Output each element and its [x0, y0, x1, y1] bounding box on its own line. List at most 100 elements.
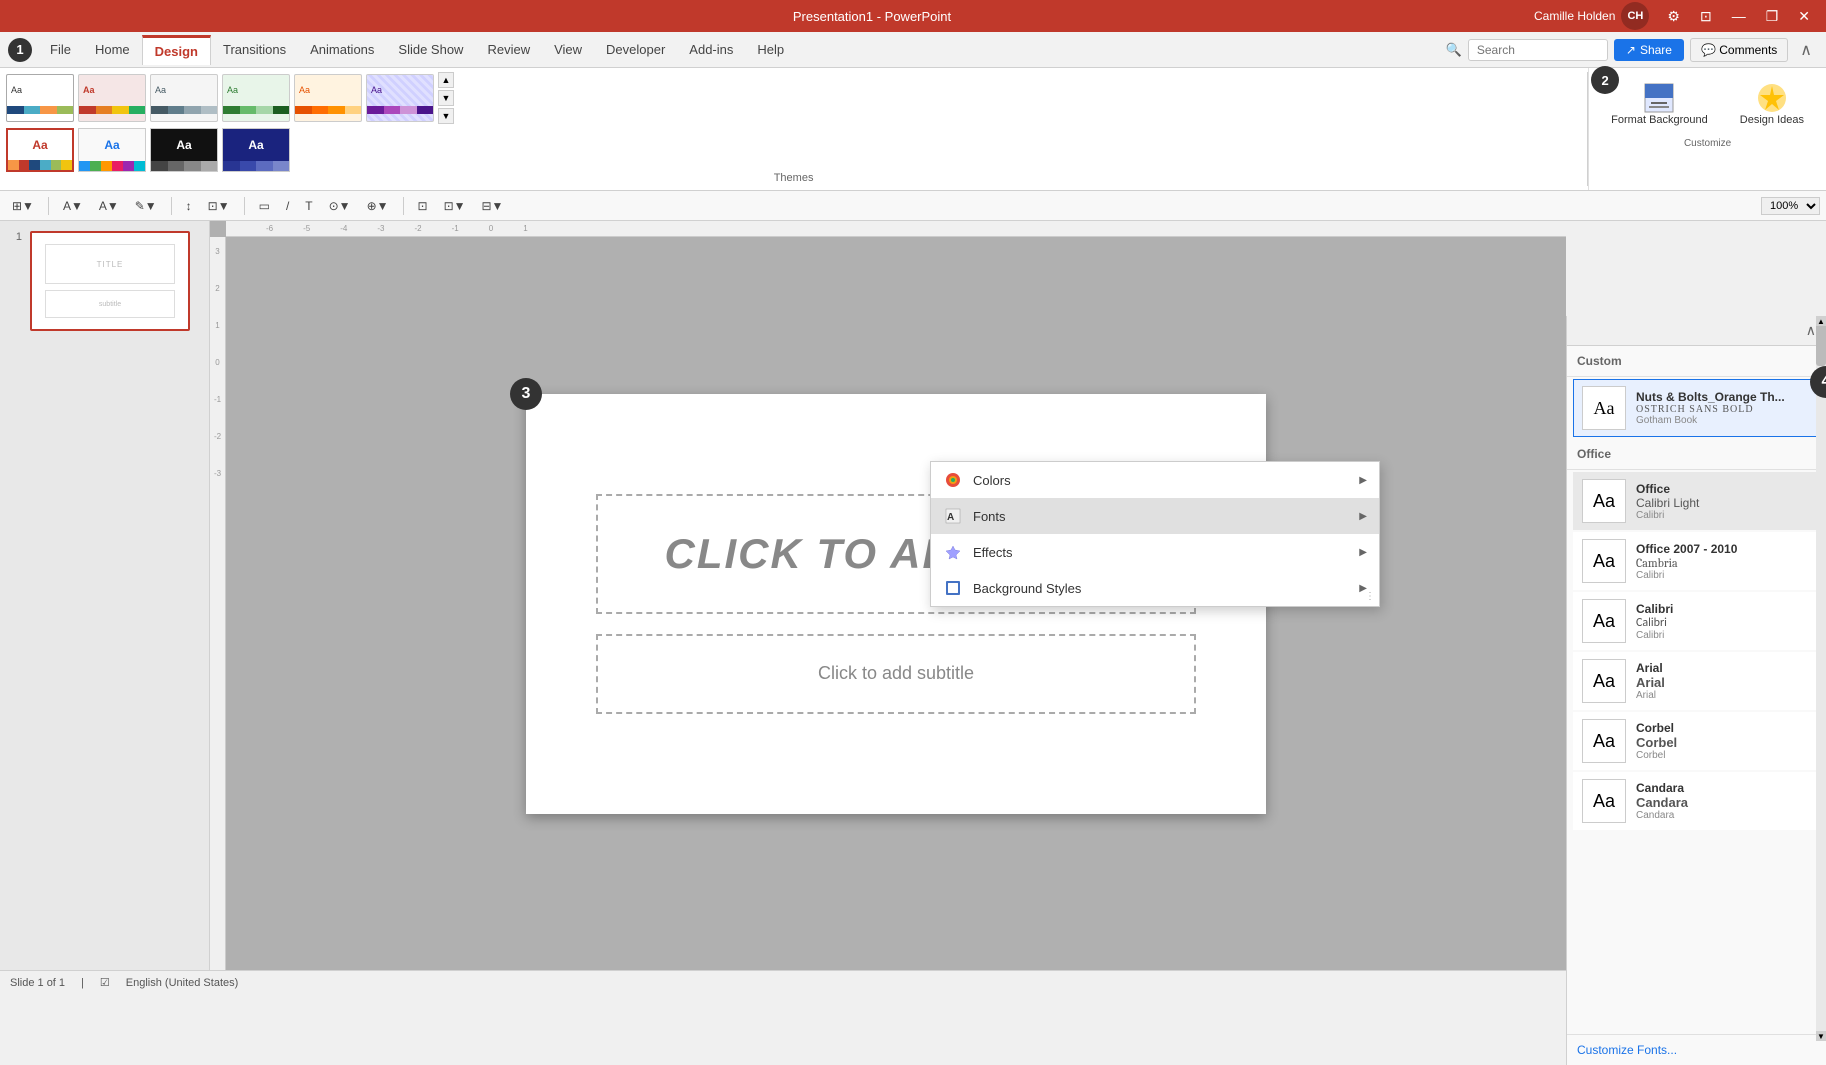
dropdown-colors[interactable]: Colors ▶ [931, 462, 1379, 498]
dropdown-fonts[interactable]: A Fonts ▶ [931, 498, 1379, 534]
step2-badge: 2 [1591, 66, 1619, 94]
font-body-office-4: Arial [1636, 690, 1665, 701]
fonts-arrow: ▶ [1359, 511, 1367, 522]
font-item-office-5[interactable]: Aa Corbel Corbel Corbel [1573, 712, 1820, 770]
search-input[interactable] [1468, 39, 1608, 61]
toolbar-arrange-btn[interactable]: ↕ [180, 197, 198, 215]
settings-icon[interactable]: ⚙ [1661, 6, 1686, 27]
font-body-office-5: Corbel [1636, 750, 1677, 761]
scroll-up-btn[interactable]: ▲ [1816, 316, 1826, 326]
font-item-office-1[interactable]: Aa Office Calibri Light Calibri [1573, 472, 1820, 530]
theme-variant-2[interactable]: Aa [78, 128, 146, 172]
font-item-office-3[interactable]: Aa Calibri Calibri Calibri [1573, 592, 1820, 650]
theme-orange[interactable]: Aa [294, 74, 362, 122]
tab-design[interactable]: Design [142, 35, 211, 65]
theme-variant-dark[interactable]: Aa [150, 128, 218, 172]
tab-animations[interactable]: Animations [298, 36, 386, 63]
font-name-office-1: Office [1636, 482, 1699, 496]
toolbar-select-btn[interactable]: ⊟▼ [476, 197, 510, 215]
zoom-select[interactable]: 100% [1761, 197, 1820, 215]
theme-scroll-up[interactable]: ▲ [438, 72, 454, 88]
toolbar: ⊞▼ A▼ A▼ ✎▼ ↕ ⊡▼ ▭ / T ⊙▼ ⊕▼ ⊡ ⊡▼ ⊟▼ 100… [0, 191, 1826, 221]
theme-variant-1[interactable]: Aa [6, 128, 74, 172]
toolbar-textbox-btn[interactable]: T [299, 197, 318, 215]
theme-red[interactable]: Aa [78, 74, 146, 122]
toolbar-fill-btn[interactable]: A▼ [93, 197, 125, 215]
toolbar-right: 100% [1761, 197, 1820, 215]
fonts-scrollbar[interactable]: ▲ ▼ [1816, 316, 1826, 1041]
canvas-inner: 3210-1-2-3 3 CLICK TO ADD TITLE Click to… [210, 237, 1566, 970]
theme-gray[interactable]: Aa [150, 74, 218, 122]
fonts-scroll[interactable]: Custom Aa Nuts & Bolts_Orange Th... OSTR… [1567, 346, 1826, 1034]
effects-arrow: ▶ [1359, 547, 1367, 558]
dropdown-effects[interactable]: Effects ▶ [931, 534, 1379, 570]
toolbar-font-color-btn[interactable]: A▼ [57, 197, 89, 215]
theme-green[interactable]: Aa [222, 74, 290, 122]
toolbar-align-btn[interactable]: ⊡▼ [438, 197, 472, 215]
toolbar-edit-btn[interactable]: ⊡ [412, 197, 434, 215]
font-preview-office-4: Aa [1582, 659, 1626, 703]
font-item-custom[interactable]: Aa Nuts & Bolts_Orange Th... OSTRICH SAN… [1573, 379, 1820, 437]
tab-review[interactable]: Review [475, 36, 542, 63]
close-button[interactable]: ✕ [1792, 6, 1816, 27]
colors-arrow: ▶ [1359, 475, 1367, 486]
font-heading-office-1: Calibri Light [1636, 496, 1699, 510]
toolbar-smartart-btn[interactable]: ⊕▼ [361, 197, 395, 215]
font-name-custom: Nuts & Bolts_Orange Th... [1636, 390, 1785, 404]
tab-slideshow[interactable]: Slide Show [386, 36, 475, 63]
tab-developer[interactable]: Developer [594, 36, 677, 63]
slide-thumbnail[interactable]: TITLE subtitle [30, 231, 190, 331]
slide-number: 1 [8, 231, 22, 243]
user-avatar: CH [1621, 2, 1649, 30]
window-controls: ⚙ ⊡ — ❐ ✕ [1661, 6, 1816, 27]
toolbar-shape-btn[interactable]: ▭ [253, 197, 276, 215]
tab-help[interactable]: Help [745, 36, 796, 63]
search-icon: 🔍 [1446, 42, 1462, 58]
customize-fonts-button[interactable]: Customize Fonts... [1567, 1034, 1826, 1065]
step1-badge: 1 [8, 38, 32, 62]
collapse-ribbon-button[interactable]: ∧ [1794, 40, 1818, 60]
share-button[interactable]: ↗ Share [1614, 39, 1684, 61]
font-preview-office-2: Aa [1582, 539, 1626, 583]
font-item-office-6[interactable]: Aa Candara Candara Candara [1573, 772, 1820, 830]
scroll-down-btn[interactable]: ▼ [1816, 1031, 1826, 1041]
font-info-office-5: Corbel Corbel Corbel [1636, 721, 1677, 761]
slide-item-1[interactable]: 1 TITLE subtitle [8, 231, 201, 331]
comments-button[interactable]: 💬 Comments [1690, 38, 1788, 62]
subtitle-placeholder[interactable]: Click to add subtitle [596, 634, 1196, 714]
tab-home[interactable]: Home [83, 36, 142, 63]
design-ideas-button[interactable]: Design Ideas [1728, 74, 1816, 134]
theme-scroll-down[interactable]: ▼ [438, 90, 454, 106]
toolbar-layout-btn[interactable]: ⊞▼ [6, 197, 40, 215]
font-item-office-4[interactable]: Aa Arial Arial Arial [1573, 652, 1820, 710]
font-name-office-5: Corbel [1636, 721, 1677, 735]
fonts-panel-collapse[interactable]: ∧ [1806, 322, 1816, 339]
fonts-dropdown-menu: Colors ▶ A Fonts ▶ [930, 461, 1380, 607]
theme-blank[interactable]: Aa [6, 74, 74, 122]
toolbar-outline-btn[interactable]: ✎▼ [129, 197, 163, 215]
minimize-button[interactable]: — [1726, 6, 1752, 27]
toolbar-line-btn[interactable]: / [280, 197, 295, 215]
title-bar: Presentation1 - PowerPoint Camille Holde… [0, 0, 1826, 32]
theme-expand[interactable]: ▼ [438, 108, 454, 124]
step3-badge: 3 [510, 378, 542, 410]
tab-view[interactable]: View [542, 36, 594, 63]
fonts-custom-header: Custom [1567, 346, 1826, 377]
tab-addins[interactable]: Add-ins [677, 36, 745, 63]
toolbar-sep2 [171, 197, 172, 215]
dropdown-bg-styles[interactable]: Background Styles ▶ [931, 570, 1379, 606]
font-item-office-2[interactable]: Aa Office 2007 - 2010 Cambria Calibri [1573, 532, 1820, 590]
toolbar-group-btn[interactable]: ⊡▼ [202, 197, 236, 215]
restore-icon[interactable]: ⊡ [1694, 6, 1718, 27]
tab-transitions[interactable]: Transitions [211, 36, 298, 63]
toolbar-sep3 [244, 197, 245, 215]
theme-pattern[interactable]: Aa [366, 74, 434, 122]
status-bar: Slide 1 of 1 | ☑ English (United States)… [0, 970, 1826, 994]
tab-file[interactable]: File [38, 36, 83, 63]
font-body-office-1: Calibri [1636, 510, 1699, 521]
ribbon-content-area: Aa Aa [0, 68, 1826, 191]
theme-variant-dark2[interactable]: Aa [222, 128, 290, 172]
toolbar-shapes2-btn[interactable]: ⊙▼ [323, 197, 357, 215]
maximize-button[interactable]: ❐ [1760, 6, 1785, 27]
customize-group: 2 Format Background [1588, 68, 1826, 190]
